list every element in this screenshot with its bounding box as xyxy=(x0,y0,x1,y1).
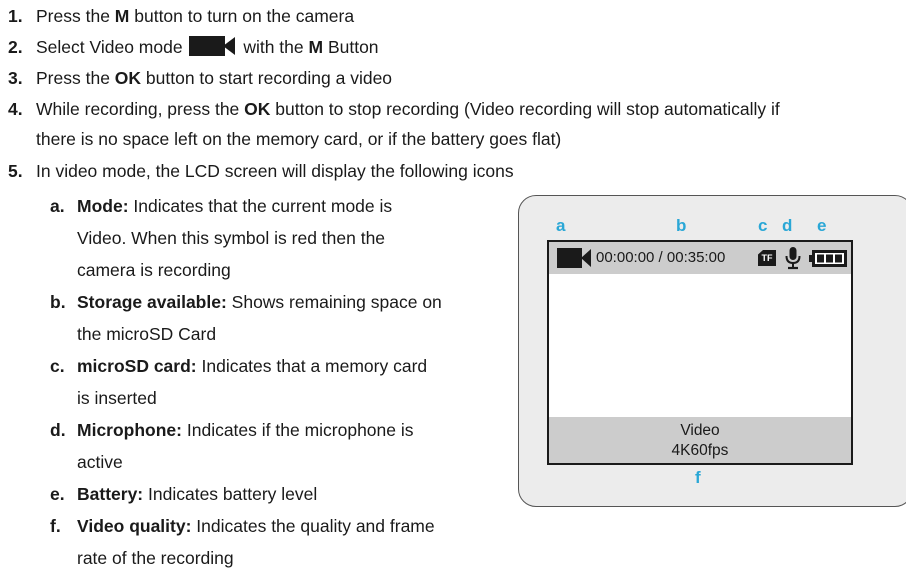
item-line: Video. When this symbol is red then the xyxy=(77,228,386,248)
step-bold-text: OK xyxy=(114,68,142,88)
item-letter: c. xyxy=(50,356,65,376)
step-text: In video mode, the LCD screen will displ… xyxy=(36,161,514,181)
callout-c: c xyxy=(758,216,768,235)
microsd-card-icon: TF xyxy=(758,250,776,266)
step-5: 5. In video mode, the LCD screen will dis… xyxy=(8,156,514,186)
item-line: camera is recording xyxy=(77,260,231,280)
icon-item-a: a. Mode: Indicates that the current mode … xyxy=(50,190,510,286)
item-text: Indicates if the microphone is xyxy=(182,420,414,440)
microphone-icon xyxy=(785,247,801,270)
item-text: Indicates battery level xyxy=(143,484,318,504)
item-text: Indicates that a memory card xyxy=(196,356,428,376)
step-bold-text: M xyxy=(114,6,130,26)
item-letter: b. xyxy=(50,292,66,312)
step-number: 1. xyxy=(8,6,23,26)
step-2: 2. Select Video mode with the M Button xyxy=(8,32,379,62)
icon-item-d: d. Microphone: Indicates if the microphon… xyxy=(50,414,510,478)
item-letter: a. xyxy=(50,196,65,216)
item-line: Microphone: Indicates if the microphone … xyxy=(77,414,510,446)
item-line: active xyxy=(77,452,123,472)
item-line: Video quality: Indicates the quality and… xyxy=(77,510,510,542)
callout-b: b xyxy=(676,216,687,235)
step-3: 3. Press the OK button to start recording… xyxy=(8,63,392,93)
status-bar: 00:00:00 / 00:35:00 TF xyxy=(549,242,851,274)
item-line: rate of the recording xyxy=(77,548,234,568)
callout-d: d xyxy=(782,216,793,235)
storage-time-readout: 00:00:00 / 00:35:00 xyxy=(596,249,726,266)
item-line: Battery: Indicates battery level xyxy=(77,478,510,510)
video-camera-icon xyxy=(557,248,591,268)
icon-item-c: c. microSD card: Indicates that a memory … xyxy=(50,350,510,414)
item-label: Storage available: xyxy=(77,292,227,312)
item-letter: f. xyxy=(50,516,61,536)
quality-label: 4K60fps xyxy=(671,442,729,459)
item-line: the microSD Card xyxy=(77,324,217,344)
step-text: Select Video mode xyxy=(36,37,188,57)
item-description: microSD card: Indicates that a memory ca… xyxy=(77,350,510,414)
item-label: Mode: xyxy=(77,196,129,216)
item-text: Shows remaining space on xyxy=(226,292,442,312)
step-1: 1. Press the M button to turn on the came… xyxy=(8,1,354,31)
quality-bar: Video 4K60fps xyxy=(549,417,851,463)
step-text: button to turn on the camera xyxy=(129,6,355,26)
item-label: microSD card: xyxy=(77,356,197,376)
item-letter: e. xyxy=(50,484,65,504)
item-line: is inserted xyxy=(77,388,157,408)
step-number: 2. xyxy=(8,37,23,57)
item-description: Mode: Indicates that the current mode is… xyxy=(77,190,510,286)
item-text: Indicates the quality and frame xyxy=(191,516,435,536)
step-number: 5. xyxy=(8,161,23,181)
step-4: 4. While recording, press the OK button t… xyxy=(8,94,780,149)
callout-e: e xyxy=(817,216,827,235)
step-bold-text: OK xyxy=(244,99,271,119)
item-description: Microphone: Indicates if the microphone … xyxy=(77,414,510,478)
item-text: Indicates that the current mode is xyxy=(128,196,393,216)
step-bold-text: M xyxy=(308,37,324,57)
step-continuation: there is no space left on the memory car… xyxy=(36,129,562,149)
lcd-screen: 00:00:00 / 00:35:00 TF Video 4K60fps xyxy=(547,240,853,465)
item-letter: d. xyxy=(50,420,66,440)
item-description: Storage available: Shows remaining space… xyxy=(77,286,510,350)
step-text: Button xyxy=(323,37,379,57)
item-line: Storage available: Shows remaining space… xyxy=(77,286,510,318)
item-description: Video quality: Indicates the quality and… xyxy=(77,510,510,574)
step-text: button to start recording a video xyxy=(141,68,393,88)
item-label: Microphone: xyxy=(77,420,182,440)
icon-item-e: e. Battery: Indicates battery level xyxy=(50,478,510,510)
step-text: with the xyxy=(238,37,309,57)
step-text: While recording, press the xyxy=(36,99,245,119)
icon-item-f: f. Video quality: Indicates the quality a… xyxy=(50,510,510,574)
item-description: Battery: Indicates battery level xyxy=(77,478,510,510)
step-text: button to stop recording (Video recordin… xyxy=(270,99,780,119)
item-label: Video quality: xyxy=(77,516,192,536)
item-label: Battery: xyxy=(77,484,144,504)
icon-item-b: b. Storage available: Shows remaining spa… xyxy=(50,286,510,350)
item-line: microSD card: Indicates that a memory ca… xyxy=(77,350,510,382)
step-number: 4. xyxy=(8,99,23,119)
step-text: Press the xyxy=(36,6,115,26)
callout-f: f xyxy=(695,468,701,487)
step-number: 3. xyxy=(8,68,23,88)
mode-label: Video xyxy=(680,422,720,439)
item-line: Mode: Indicates that the current mode is xyxy=(77,190,510,222)
battery-icon xyxy=(809,250,847,267)
step-text: Press the xyxy=(36,68,115,88)
callout-a: a xyxy=(556,216,566,235)
video-camera-icon xyxy=(189,36,236,56)
